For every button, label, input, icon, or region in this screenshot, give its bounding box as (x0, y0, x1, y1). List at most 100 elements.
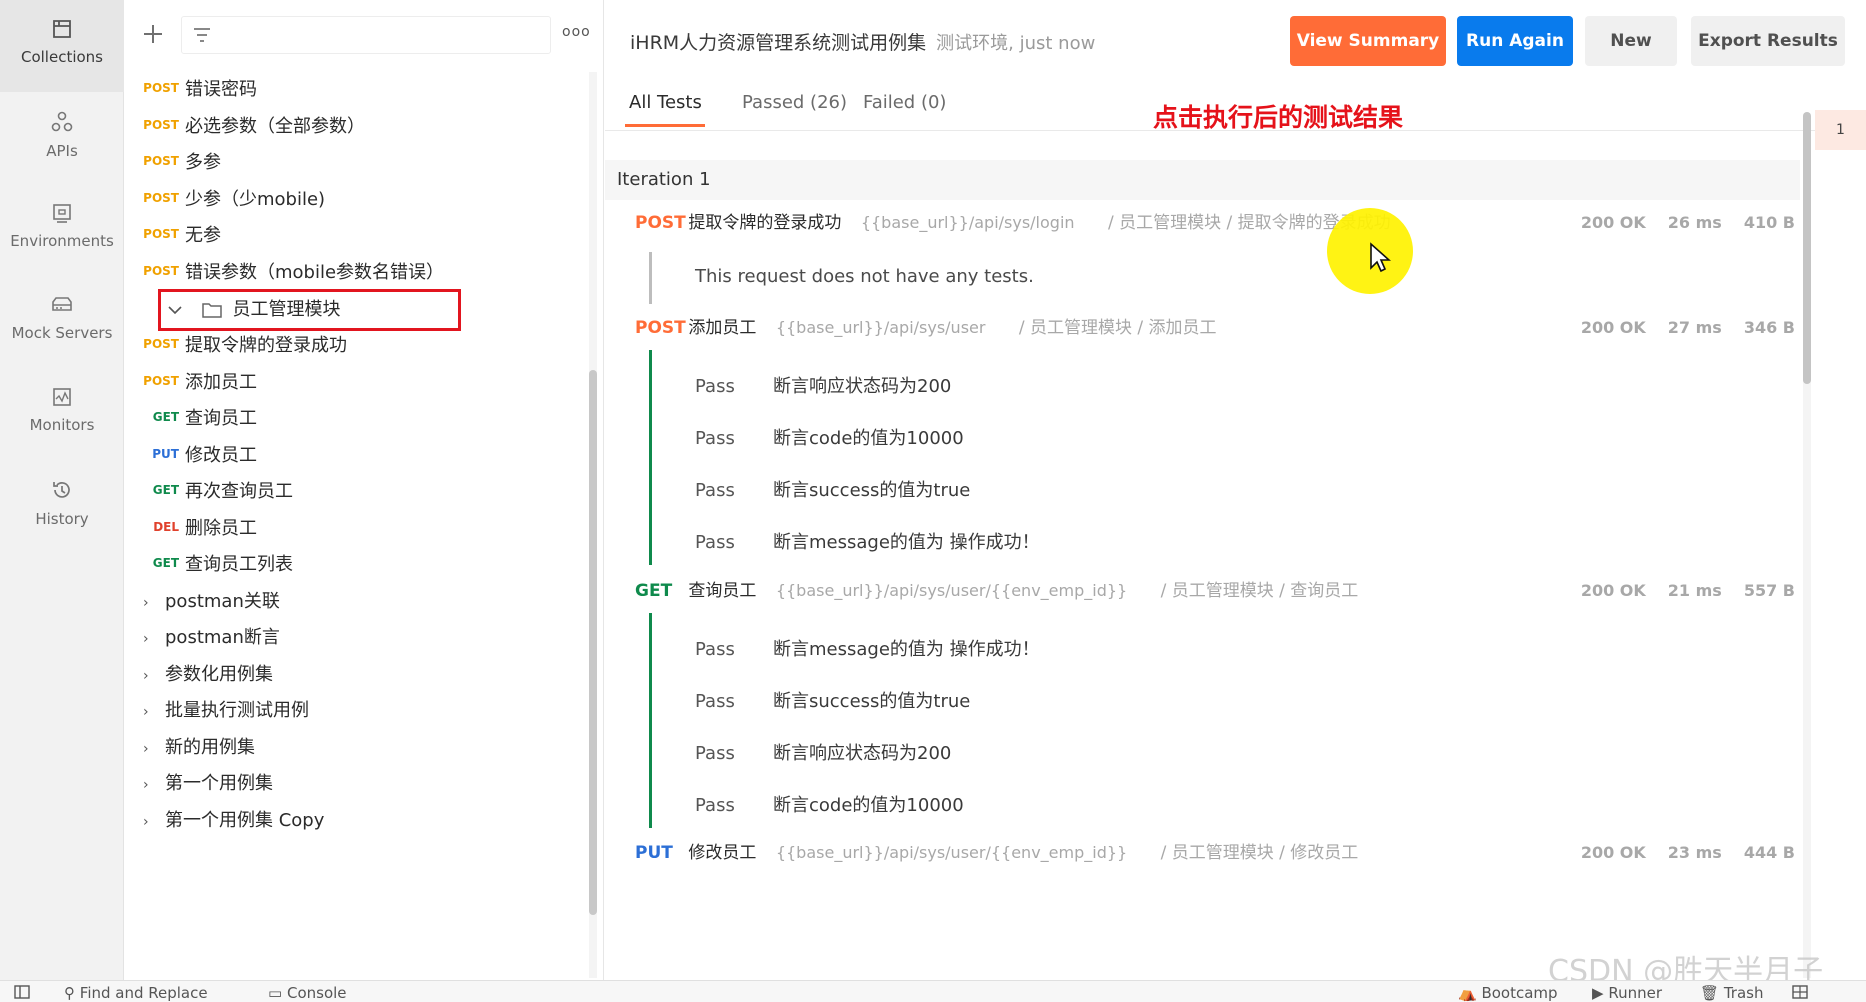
rail-label: History (35, 510, 89, 528)
tab-failed[interactable]: Failed (0) (863, 92, 946, 113)
trash-label: Trash (1723, 984, 1764, 1002)
mock-servers-icon (52, 297, 72, 311)
request-row[interactable]: PUT 修改员工 {{base_url}}/api/sys/user/{{env… (635, 835, 1795, 871)
console-icon: ▭ (268, 984, 283, 1002)
filter-icon (194, 28, 210, 42)
tree-item[interactable]: POST 错误密码 (125, 70, 595, 110)
tree-item[interactable]: POST 少参（少mobile) (125, 180, 595, 220)
collection-item[interactable]: › postman关联 (143, 582, 603, 623)
collection-item[interactable]: › 第一个用例集 Copy (143, 801, 603, 842)
tree-scrollbar-thumb[interactable] (589, 370, 597, 915)
rail-item-mock-servers[interactable]: Mock Servers (0, 276, 124, 368)
chevron-right-icon[interactable]: › (143, 656, 157, 696)
tree-item[interactable]: GET 查询员工列表 (125, 545, 595, 585)
bootcamp-button[interactable]: ⛺ Bootcamp (1458, 984, 1558, 1002)
response-status: 200 OK (1580, 581, 1646, 600)
console-label: Console (286, 984, 347, 1002)
environments-icon (53, 204, 71, 223)
rail-item-monitors[interactable]: Monitors (0, 368, 124, 460)
request-row[interactable]: GET 查询员工 {{base_url}}/api/sys/user/{{env… (635, 573, 1795, 609)
chevron-right-icon[interactable]: › (143, 802, 157, 842)
find-replace-label: Find and Replace (79, 984, 208, 1002)
request-row[interactable]: POST 添加员工 {{base_url}}/api/sys/user / 员工… (635, 310, 1795, 346)
test-result: Pass 断言code的值为10000 (695, 424, 964, 450)
tree-item-label: 删除员工 (185, 518, 257, 539)
toggle-sidebar-icon[interactable] (14, 985, 30, 999)
iteration-pill[interactable]: 1 (1815, 110, 1866, 150)
tree-item-label: 少参（少mobile) (185, 189, 326, 210)
export-results-button[interactable]: Export Results (1691, 16, 1845, 66)
console-button[interactable]: ▭ Console (268, 984, 347, 1002)
search-icon: ⚲ (64, 984, 75, 1002)
collection-item[interactable]: › 第一个用例集 (143, 764, 603, 805)
test-name: 断言success的值为true (773, 480, 971, 501)
rail-item-history[interactable]: History (0, 460, 124, 552)
test-status: Pass (695, 795, 735, 816)
tree-item[interactable]: POST 必选参数（全部参数） (125, 107, 595, 147)
more-options-icon[interactable]: ooo (562, 24, 591, 40)
collection-item[interactable]: › postman断言 (143, 618, 603, 659)
test-result: Pass 断言message的值为 操作成功！ (695, 635, 1040, 661)
tree-item[interactable]: POST 添加员工 (125, 363, 595, 403)
tree-item[interactable]: DEL 删除员工 (125, 509, 595, 549)
tree-item[interactable]: POST 多参 (125, 143, 595, 183)
test-result: Pass 断言code的值为10000 (695, 791, 964, 817)
method-badge: POST (143, 227, 179, 241)
collections-icon (53, 20, 71, 38)
test-name: 断言message的值为 操作成功！ (773, 532, 1040, 553)
test-name: 断言响应状态码为200 (773, 376, 952, 397)
request-method: PUT (635, 843, 673, 863)
rail-label: Monitors (29, 416, 95, 434)
layout-icon[interactable] (1792, 985, 1808, 999)
trash-icon: 🗑 (1700, 984, 1720, 1002)
test-name: 断言code的值为10000 (773, 795, 964, 816)
rail-item-apis[interactable]: APIs (0, 92, 124, 184)
new-button[interactable]: New (1585, 16, 1677, 66)
run-again-button[interactable]: Run Again (1457, 16, 1573, 66)
find-replace-button[interactable]: ⚲ Find and Replace (64, 984, 208, 1002)
response-size: 410 B (1743, 213, 1795, 232)
tree-item-label: 无参 (185, 225, 221, 246)
rail-item-collections[interactable]: Collections (0, 0, 124, 92)
request-meta: 200 OK 21 ms 557 B (1559, 573, 1795, 609)
collection-item[interactable]: › 新的用例集 (143, 728, 603, 769)
tree-item[interactable]: POST 提取令牌的登录成功 (125, 326, 595, 366)
tree-item[interactable]: POST 错误参数（mobile参数名错误） (125, 253, 595, 293)
chevron-right-icon[interactable]: › (143, 692, 157, 732)
sidebar-rail: Collections APIs Environments Mock Serve… (0, 0, 124, 980)
results-scrollbar-thumb[interactable] (1803, 112, 1811, 384)
view-summary-button[interactable]: View Summary (1290, 16, 1446, 66)
tree-item[interactable]: GET 再次查询员工 (125, 472, 595, 512)
chevron-right-icon[interactable]: › (143, 619, 157, 659)
collection-item[interactable]: › 批量执行测试用例 (143, 691, 603, 732)
test-status: Pass (695, 691, 735, 712)
collection-item[interactable]: › 参数化用例集 (143, 655, 603, 696)
chevron-right-icon[interactable]: › (143, 583, 157, 623)
runner-button[interactable]: ▶ Runner (1592, 984, 1662, 1002)
test-name: 断言响应状态码为200 (773, 743, 952, 764)
method-badge: PUT (152, 447, 179, 461)
tree-item[interactable]: GET 查询员工 (125, 399, 595, 439)
history-icon (53, 482, 70, 498)
folder-employee-management[interactable]: 员工管理模块 (158, 289, 461, 331)
iteration-header: Iteration 1 (605, 160, 1800, 200)
filter-input[interactable] (181, 16, 551, 54)
chevron-right-icon[interactable]: › (143, 765, 157, 805)
tree-item-label: 修改员工 (185, 445, 257, 466)
chevron-down-icon[interactable] (167, 304, 183, 316)
tree-item[interactable]: POST 无参 (125, 216, 595, 256)
results-list: Iteration 1 POST 提取令牌的登录成功 {{base_url}}/… (605, 140, 1800, 980)
trash-button[interactable]: 🗑 Trash (1700, 984, 1763, 1002)
test-name: 断言code的值为10000 (773, 428, 964, 449)
test-group-bar (649, 350, 652, 565)
chevron-right-icon[interactable]: › (143, 729, 157, 769)
response-size: 346 B (1743, 318, 1795, 337)
tree-item[interactable]: PUT 修改员工 (125, 436, 595, 476)
test-status: Pass (695, 480, 735, 501)
tab-passed[interactable]: Passed (26) (742, 92, 847, 113)
add-collection-icon[interactable] (139, 20, 167, 48)
tab-all-tests[interactable]: All Tests (629, 92, 702, 113)
rail-item-environments[interactable]: Environments (0, 184, 124, 276)
response-status: 200 OK (1580, 318, 1646, 337)
request-row[interactable]: POST 提取令牌的登录成功 {{base_url}}/api/sys/logi… (635, 205, 1795, 241)
